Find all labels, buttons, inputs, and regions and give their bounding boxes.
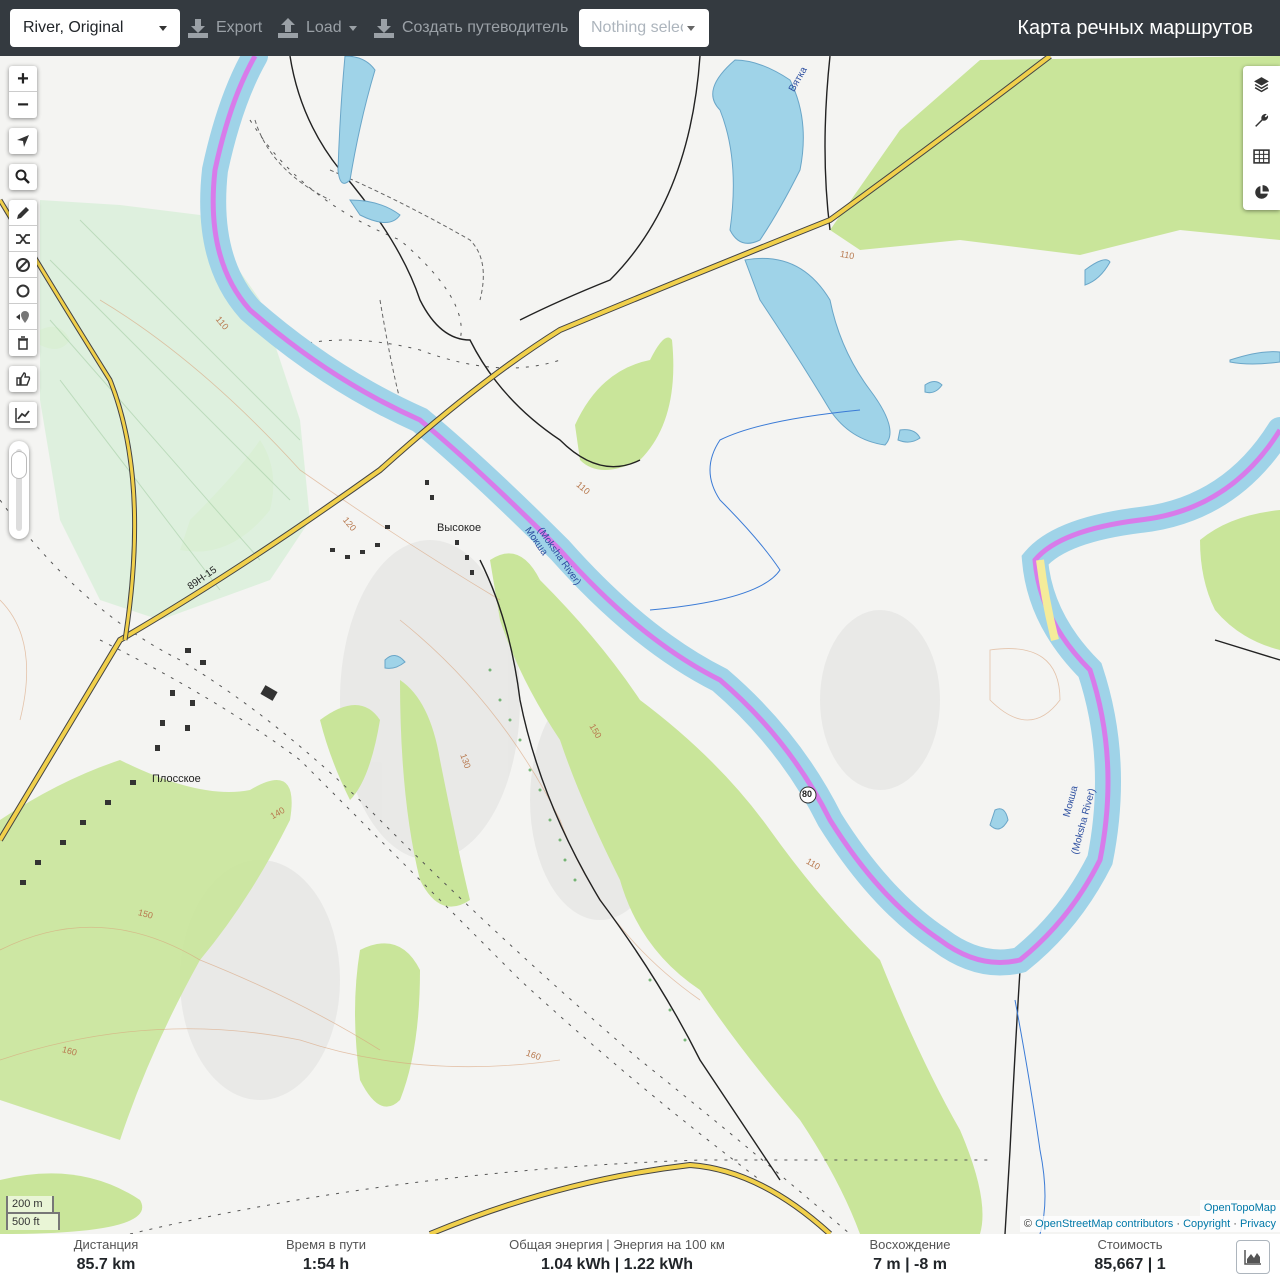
- ascent-label: Восхождение: [869, 1237, 951, 1252]
- export-label: Export: [216, 19, 263, 36]
- chevron-down-icon: [159, 26, 167, 31]
- route-select[interactable]: Nothing selected: [579, 9, 709, 47]
- elevation-profile-button[interactable]: [1236, 1240, 1270, 1274]
- map-marker-icon: [16, 311, 29, 323]
- thumbs-button[interactable]: [9, 366, 37, 392]
- map-view[interactable]: Высокое Плосское 89Н-15 Мокша (Moksha Ri…: [0, 56, 1280, 1234]
- table-button[interactable]: [1243, 138, 1280, 174]
- locate-button[interactable]: [9, 128, 37, 154]
- profile-select-value: River, Original: [23, 19, 124, 36]
- chevron-down-icon: [687, 26, 695, 31]
- poi-button[interactable]: [9, 304, 37, 330]
- elevation-chart-button[interactable]: [9, 402, 37, 428]
- distance-stat: Дистанция 85.7 km: [56, 1236, 156, 1277]
- opentopomap-link[interactable]: OpenTopoMap: [1204, 1202, 1276, 1214]
- pie-chart-icon: [1255, 185, 1269, 199]
- osm-link[interactable]: OpenStreetMap contributors: [1035, 1218, 1173, 1230]
- circle-button[interactable]: [9, 278, 37, 304]
- search-control: [9, 164, 37, 190]
- wrench-icon: [1255, 113, 1269, 127]
- settings-button[interactable]: [1243, 102, 1280, 138]
- village-label: Высокое: [437, 522, 482, 534]
- top-navbar: River, Original Export Load Создать путе…: [0, 0, 1280, 56]
- shuffle-button[interactable]: [9, 226, 37, 252]
- energy-label: Общая энергия | Энергия на 100 км: [509, 1237, 725, 1252]
- separator: ·: [1176, 1218, 1180, 1230]
- download-icon: [374, 19, 394, 38]
- ascent-value: 7 m | -8 m: [873, 1256, 947, 1273]
- layers-icon: [1254, 77, 1269, 93]
- map-tiles: [0, 56, 1280, 1234]
- scale-imperial: 500 ft: [6, 1212, 60, 1230]
- road-shield-label: 80: [802, 789, 813, 799]
- location-arrow-icon: [17, 135, 29, 147]
- create-guide-label: Создать путеводитель: [402, 19, 569, 36]
- cost-value: 85,667 | 1: [1094, 1256, 1166, 1273]
- village-label: Плосское: [152, 773, 201, 785]
- time-stat: Время в пути 1:54 h: [266, 1236, 386, 1277]
- app-title: Карта речных маршрутов: [1017, 17, 1253, 39]
- draw-route-button[interactable]: [9, 200, 37, 226]
- copyright-symbol: ©: [1023, 1218, 1033, 1230]
- layers-button[interactable]: [1243, 66, 1280, 102]
- delete-button[interactable]: [9, 330, 37, 356]
- distance-value: 85.7 km: [76, 1256, 136, 1273]
- trash-icon: [18, 336, 28, 350]
- time-label: Время в пути: [286, 1237, 366, 1252]
- download-icon: [188, 19, 208, 38]
- cost-label: Стоимость: [1097, 1237, 1163, 1252]
- table-icon: [1253, 149, 1270, 164]
- copyright-link[interactable]: Copyright: [1183, 1218, 1230, 1230]
- privacy-link[interactable]: Privacy: [1240, 1218, 1276, 1230]
- separator: ·: [1233, 1218, 1237, 1230]
- shuffle-icon: [16, 234, 30, 244]
- route-select-placeholder: Nothing selected: [591, 19, 683, 36]
- no-go-area-button[interactable]: [9, 252, 37, 278]
- opacity-slider[interactable]: [9, 441, 29, 539]
- profile-select[interactable]: River, Original: [10, 9, 180, 47]
- cost-stat: Стоимость 85,667 | 1: [1080, 1236, 1180, 1277]
- energy-stat: Общая энергия | Энергия на 100 км 1.04 k…: [492, 1236, 742, 1277]
- area-chart-icon: [1244, 1250, 1261, 1265]
- line-chart-icon: [15, 408, 30, 423]
- right-toolbar: [1243, 66, 1280, 210]
- analysis-button[interactable]: [1243, 174, 1280, 210]
- upload-icon: [278, 18, 298, 38]
- load-label: Load: [306, 19, 342, 36]
- zoom-out-button[interactable]: −: [9, 92, 37, 118]
- draw-toolbar: [9, 200, 37, 356]
- zoom-in-button[interactable]: +: [9, 66, 37, 92]
- elevation-control: [9, 402, 37, 428]
- time-value: 1:54 h: [302, 1256, 350, 1273]
- attribution: © OpenStreetMap contributors · Copyright…: [1019, 1216, 1280, 1232]
- ascent-stat: Восхождение 7 m | -8 m: [850, 1236, 970, 1277]
- pencil-icon: [17, 207, 29, 219]
- load-button[interactable]: Load: [278, 14, 358, 42]
- chevron-down-icon: [349, 26, 357, 31]
- distance-label: Дистанция: [73, 1237, 139, 1252]
- circle-icon: [16, 284, 30, 298]
- search-icon: [15, 169, 30, 184]
- locate-control: [9, 128, 37, 154]
- ban-icon: [16, 258, 30, 272]
- slider-handle[interactable]: [11, 451, 27, 479]
- zoom-control: + −: [9, 66, 37, 118]
- energy-value: 1.04 kWh | 1.22 kWh: [540, 1256, 694, 1273]
- hand-pointer-icon: [16, 372, 31, 386]
- search-button[interactable]: [9, 164, 37, 190]
- attribution-tiles: OpenTopoMap: [1199, 1200, 1280, 1216]
- route-stats-bar: Дистанция 85.7 km Время в пути 1:54 h Об…: [0, 1234, 1280, 1280]
- reverse-control: [9, 366, 37, 392]
